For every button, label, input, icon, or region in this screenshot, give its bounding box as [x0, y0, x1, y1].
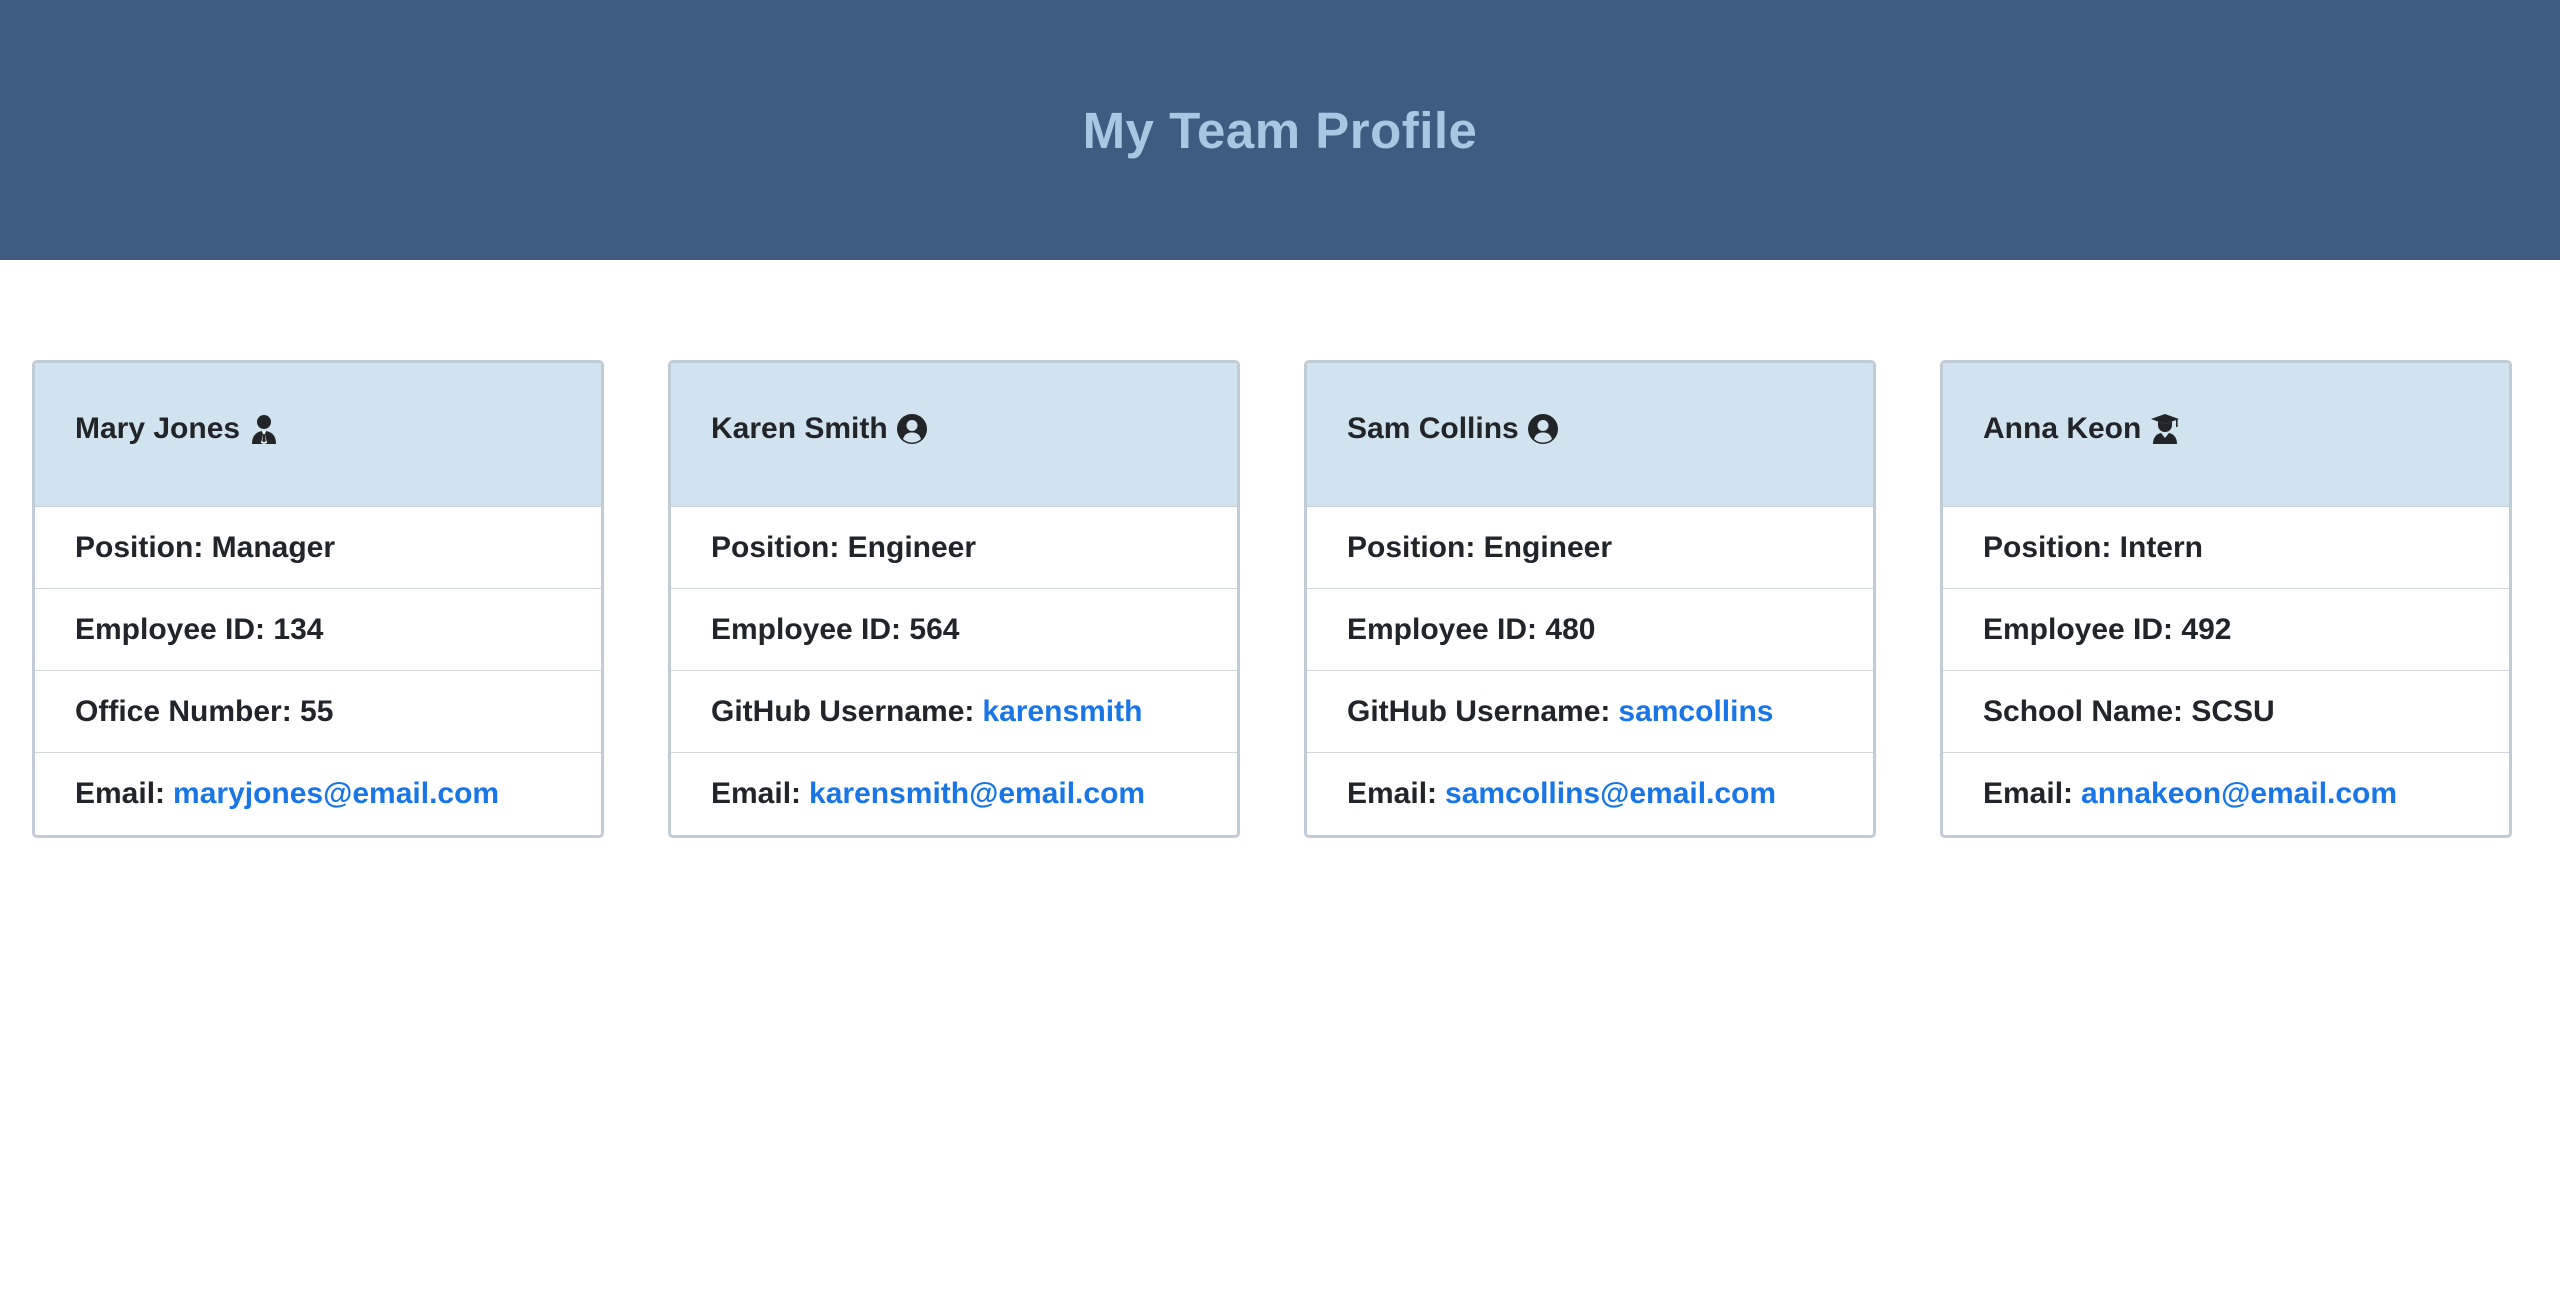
email-item: Email: samcollins@email.com	[1307, 753, 1873, 835]
employee-card: Mary Jones Position: Manager Employee ID…	[32, 360, 604, 838]
employee-name: Mary Jones	[75, 411, 241, 445]
employee-name: Karen Smith	[711, 411, 888, 445]
position-item: Position: Manager	[35, 507, 601, 589]
graduate-icon	[2149, 413, 2181, 445]
employee-card: Anna Keon Position: Intern Employee ID: …	[1940, 360, 2512, 838]
github-item: GitHub Username: karensmith	[671, 671, 1237, 753]
github-label: GitHub Username:	[1347, 694, 1611, 728]
email-label: Email:	[1983, 777, 2074, 810]
position-item: Position: Engineer	[671, 507, 1237, 589]
page-header: My Team Profile	[0, 0, 2560, 260]
card-header: Karen Smith	[671, 363, 1237, 507]
employee-details: Position: Intern Employee ID: 492 School…	[1943, 507, 2509, 835]
employee-name: Sam Collins	[1347, 411, 1519, 445]
email-label: Email:	[1347, 777, 1438, 810]
page-title: My Team Profile	[1082, 101, 1478, 159]
email-item: Email: karensmith@email.com	[671, 753, 1237, 835]
card-header: Sam Collins	[1307, 363, 1873, 507]
email-link[interactable]: maryjones@email.com	[173, 777, 499, 811]
employee-details: Position: Manager Employee ID: 134 Offic…	[35, 507, 601, 835]
github-label: GitHub Username:	[711, 694, 975, 728]
user-circle-icon	[896, 413, 928, 445]
github-item: GitHub Username: samcollins	[1307, 671, 1873, 753]
school-name-item: School Name: SCSU	[1943, 671, 2509, 753]
email-label: Email:	[711, 777, 802, 810]
email-link[interactable]: samcollins@email.com	[1445, 777, 1776, 811]
employee-card: Sam Collins Position: Engineer Employee …	[1304, 360, 1876, 838]
position-item: Position: Intern	[1943, 507, 2509, 589]
email-link[interactable]: annakeon@email.com	[2081, 777, 2397, 811]
email-label: Email:	[75, 777, 166, 810]
github-link[interactable]: samcollins	[1618, 695, 1773, 729]
employee-details: Position: Engineer Employee ID: 480 GitH…	[1307, 507, 1873, 835]
position-item: Position: Engineer	[1307, 507, 1873, 589]
employee-id-item: Employee ID: 492	[1943, 589, 2509, 671]
team-cards: Mary Jones Position: Manager Employee ID…	[32, 360, 2512, 838]
user-circle-icon	[1527, 413, 1559, 445]
employee-card: Karen Smith Position: Engineer Employee …	[668, 360, 1240, 838]
employee-details: Position: Engineer Employee ID: 564 GitH…	[671, 507, 1237, 835]
employee-name: Anna Keon	[1983, 411, 2142, 445]
employee-id-item: Employee ID: 134	[35, 589, 601, 671]
card-header: Mary Jones	[35, 363, 601, 507]
email-item: Email: annakeon@email.com	[1943, 753, 2509, 835]
employee-id-item: Employee ID: 564	[671, 589, 1237, 671]
github-link[interactable]: karensmith	[982, 695, 1142, 729]
office-number-item: Office Number: 55	[35, 671, 601, 753]
employee-id-item: Employee ID: 480	[1307, 589, 1873, 671]
email-item: Email: maryjones@email.com	[35, 753, 601, 835]
card-header: Anna Keon	[1943, 363, 2509, 507]
email-link[interactable]: karensmith@email.com	[809, 777, 1145, 811]
manager-icon	[248, 413, 280, 445]
